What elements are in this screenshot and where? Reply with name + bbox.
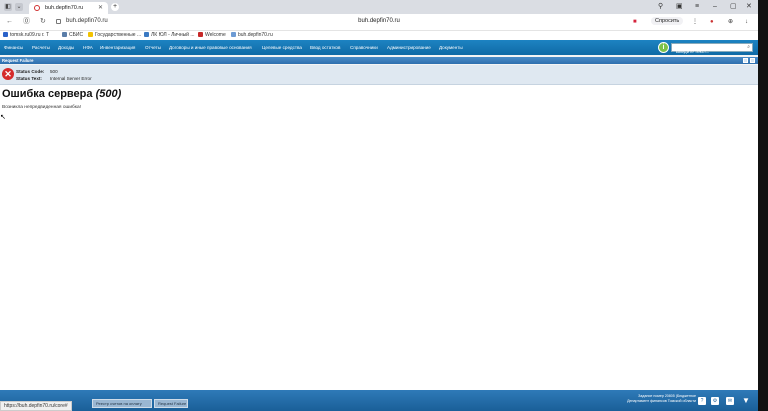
bookmark-favicon-icon [144, 32, 149, 37]
maximize-icon[interactable]: ▢ [730, 3, 737, 11]
error-heading-text: Ошибка сервера [2, 88, 93, 100]
browser-window: ◧ ⌄ buh.depfin70.ru ✕ + ⚲ ▣ ≡ – ▢ ✕ ← ⓪ … [0, 0, 758, 411]
profile-icon[interactable]: ◧ [4, 3, 12, 11]
panel-close-icon[interactable] [750, 58, 755, 63]
extension-puzzle-icon[interactable]: ⊕ [728, 18, 733, 26]
yandex-icon[interactable]: ⓪ [23, 18, 30, 26]
error-content: Ошибка сервера (500) Возникла непредвиде… [0, 85, 758, 390]
menu-item-reports[interactable]: Отчеты [145, 45, 161, 50]
menu-item-balances[interactable]: Ввод остатков [310, 45, 340, 50]
status-code-value: 500 [50, 69, 58, 74]
link-status-url: https://buh.depfin70.ru/core# [0, 401, 72, 411]
bookmark-icon[interactable]: ■ [633, 18, 637, 26]
search-input[interactable]: Введите текст... ⌕ [671, 43, 753, 54]
panel-header: Request Failure [0, 57, 758, 64]
bookmark-favicon-icon [3, 32, 8, 37]
extensions-icon[interactable]: ⋮ [692, 18, 698, 26]
pin-icon[interactable]: ⚲ [658, 3, 663, 11]
menu-item-nfa[interactable]: НФА [83, 45, 93, 50]
bookmark-item[interactable]: СБИС [62, 32, 83, 38]
collapse-icon[interactable]: ▼ [742, 397, 750, 405]
bookmark-item[interactable]: ЛК ЮЛ - Личный ... [144, 32, 195, 38]
address-bar: ← ⓪ ↻ buh.depfin70.ru buh.depfin70.ru ■ … [0, 14, 758, 31]
bookmark-item[interactable]: Государственные ... [88, 32, 141, 38]
error-message: Возникла непредвиденная ошибка! [2, 105, 81, 110]
collections-icon[interactable]: ▣ [676, 3, 683, 11]
back-icon[interactable]: ← [6, 18, 13, 26]
bookmark-favicon-icon [198, 32, 203, 37]
search-icon[interactable]: ⌕ [747, 44, 750, 50]
close-window-icon[interactable]: ✕ [746, 3, 752, 11]
panel-title: Request Failure [2, 58, 34, 63]
bookmark-favicon-icon [62, 32, 67, 37]
mouse-cursor-icon: ↖ [0, 114, 6, 121]
status-panel: ✕ Status Code: 500 Status Text: Internal… [0, 65, 758, 85]
help-icon[interactable]: ? [698, 397, 706, 405]
tab-title: buh.depfin70.ru [45, 5, 84, 11]
menu-item-finances[interactable]: Финансы [4, 45, 23, 50]
info-icon[interactable]: i [658, 42, 669, 53]
bottom-taskbar: Реестр счетов на оплату Request Failure … [0, 390, 758, 411]
status-text-label: Status Text: [16, 76, 42, 81]
menu-item-target-funds[interactable]: Целевые средства [262, 45, 302, 50]
bookmarks-bar: tomsk.ru09.ru г. Т СБИС Государственные … [0, 31, 758, 40]
bookmark-item[interactable]: Welcome [198, 32, 226, 38]
menu-item-administration[interactable]: Администрирование [387, 45, 431, 50]
url-field[interactable]: buh.depfin70.ru [66, 18, 108, 24]
menu-item-directories[interactable]: Справочники [350, 45, 378, 50]
close-tab-icon[interactable]: ✕ [98, 4, 103, 11]
reload-icon[interactable]: ↻ [40, 18, 46, 26]
menu-item-inventory[interactable]: Инвентаризация [100, 45, 135, 50]
lock-icon[interactable] [56, 19, 61, 24]
taskbar-tab-invoices[interactable]: Реестр счетов на оплату [92, 399, 152, 408]
bookmark-favicon-icon [231, 32, 236, 37]
tab-list-icon[interactable]: ⌄ [15, 3, 23, 11]
page-title-center: buh.depfin70.ru [358, 18, 400, 24]
status-text-value: Internal Server Error [50, 76, 92, 81]
search-placeholder: Введите текст... [676, 49, 710, 54]
bookmark-item[interactable]: tomsk.ru09.ru г. Т [3, 32, 49, 38]
ask-button[interactable]: Спросить [651, 17, 684, 25]
bookmark-favicon-icon [88, 32, 93, 37]
menu-item-settlements[interactable]: Расчеты [32, 45, 50, 50]
screen-edge [758, 0, 768, 411]
menu-icon[interactable]: ≡ [695, 3, 699, 11]
taskbar-tab-request-failure[interactable]: Request Failure [154, 399, 188, 408]
org-line-2: Департамент финансов Томской области [627, 399, 696, 403]
error-code: (500) [95, 88, 122, 100]
error-heading: Ошибка сервера (500) [2, 88, 121, 100]
menu-item-documents[interactable]: Документы [439, 45, 463, 50]
site-favicon-icon [34, 5, 40, 11]
download-icon[interactable]: ↓ [745, 18, 748, 26]
browser-tab[interactable]: buh.depfin70.ru ✕ [29, 2, 108, 14]
profile-avatar-icon[interactable]: ● [710, 18, 714, 26]
bookmark-item[interactable]: buh.depfin70.ru [231, 32, 273, 38]
error-icon: ✕ [2, 68, 14, 80]
mail-icon[interactable]: ✉ [726, 397, 734, 405]
main-menu: Финансы Расчеты Доходы НФА Инвентаризаци… [0, 40, 758, 55]
organization-info: Задание номер 20805 (Бюджетное Департаме… [610, 394, 696, 404]
status-code-label: Status Code: [16, 69, 45, 74]
menu-item-contracts[interactable]: Договоры и иные правовые основания [169, 45, 252, 50]
new-tab-button[interactable]: + [111, 3, 119, 11]
minimize-icon[interactable]: – [713, 3, 717, 11]
settings-icon[interactable]: ⚙ [711, 397, 719, 405]
menu-item-income[interactable]: Доходы [58, 45, 74, 50]
panel-restore-icon[interactable] [743, 58, 748, 63]
tab-bar: ◧ ⌄ buh.depfin70.ru ✕ + ⚲ ▣ ≡ – ▢ ✕ [0, 0, 758, 14]
